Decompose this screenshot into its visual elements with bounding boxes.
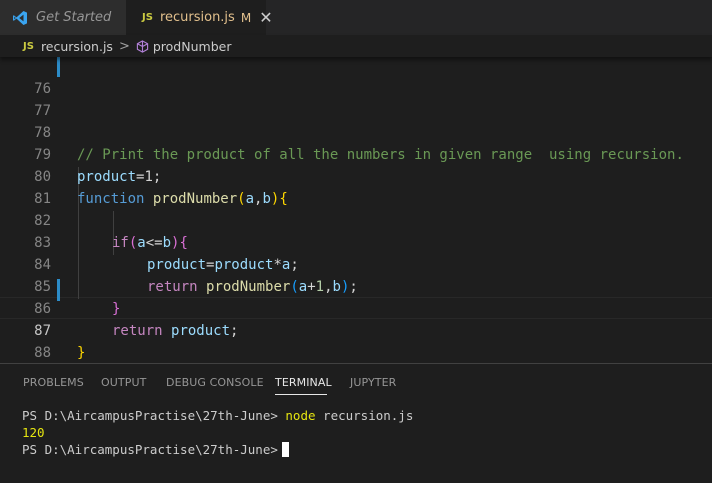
- bottom-panel: PROBLEMS OUTPUT DEBUG CONSOLE TERMINAL J…: [0, 363, 712, 483]
- chevron-right-icon: >: [118, 38, 130, 54]
- tab-output[interactable]: OUTPUT: [101, 376, 146, 389]
- code-line-78: 78 // Print the product of all the numbe…: [0, 100, 712, 163]
- tab-recursion-js-label: recursion.js: [159, 10, 235, 25]
- code-line-82: 82 if(a<=b){: [0, 188, 712, 251]
- line-number: 88: [34, 345, 51, 361]
- tab-terminal[interactable]: TERMINAL: [275, 376, 332, 389]
- terminal-prompt: PS D:\AircampusPractise\27th-June>: [22, 442, 278, 457]
- modified-badge: M: [240, 10, 252, 25]
- code-line-88: 88 console.log(prodNumber(1,5));: [0, 320, 712, 361]
- terminal-output: 120: [22, 425, 45, 440]
- terminal-argument: recursion.js: [323, 408, 414, 423]
- terminal-command: node: [285, 408, 316, 423]
- js-icon: JS: [142, 12, 153, 23]
- code-editor[interactable]: 76 77 78 // Print the product of all the…: [0, 57, 712, 363]
- code-token: }: [77, 345, 86, 361]
- code-line-86: 86 return product;: [0, 276, 712, 339]
- code-line-77: 77: [0, 78, 712, 119]
- vscode-icon: [13, 10, 27, 25]
- active-tab-indicator: [275, 394, 327, 395]
- code-line-84: 84 return prodNumber(a+1,b);: [0, 232, 712, 295]
- breadcrumb-file[interactable]: recursion.js: [41, 39, 113, 54]
- tab-get-started-label: Get Started: [36, 10, 112, 25]
- code-line-87: 87 }: [0, 298, 712, 361]
- method-cube-icon: [136, 39, 149, 53]
- tab-problems[interactable]: PROBLEMS: [23, 376, 84, 389]
- editor-tab-bar: Get Started JS recursion.js M ✕: [0, 0, 712, 35]
- tab-get-started[interactable]: Get Started: [0, 0, 126, 35]
- breadcrumb: JS recursion.js > prodNumber: [0, 35, 712, 57]
- terminal-cursor: [281, 442, 289, 457]
- code-line-81: 81: [0, 166, 712, 207]
- terminal-line[interactable]: PS D:\AircampusPractise\27th-June>: [22, 442, 289, 457]
- js-icon: JS: [23, 40, 34, 52]
- tab-debug-console[interactable]: DEBUG CONSOLE: [166, 376, 264, 389]
- terminal-prompt: PS D:\AircampusPractise\27th-June>: [22, 408, 278, 423]
- breadcrumb-symbol[interactable]: prodNumber: [153, 39, 232, 54]
- code-line-80: 80 function prodNumber(a,b){: [0, 144, 712, 207]
- code-line-85: 85 }: [0, 254, 712, 317]
- code-line-79: 79 product=1;: [0, 122, 712, 185]
- code-line-76: 76: [0, 57, 712, 97]
- tab-jupyter[interactable]: JUPYTER: [350, 376, 396, 389]
- terminal-line: PS D:\AircampusPractise\27th-June> node …: [22, 408, 413, 423]
- code-line-83: 83 product=product*a;: [0, 210, 712, 273]
- tab-recursion-js[interactable]: JS recursion.js M ✕: [126, 0, 273, 35]
- close-icon[interactable]: ✕: [259, 8, 272, 27]
